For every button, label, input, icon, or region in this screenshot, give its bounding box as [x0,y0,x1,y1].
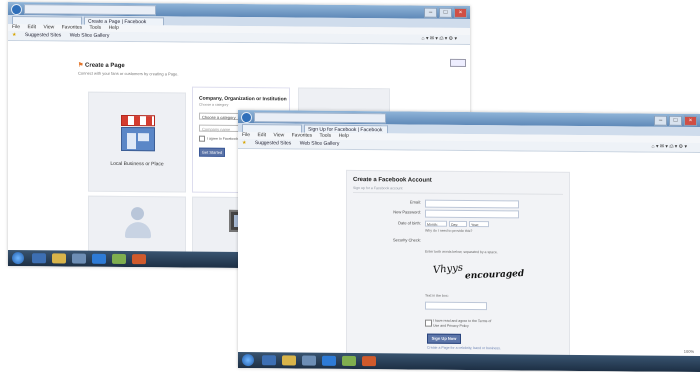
menu-file[interactable]: File [12,24,20,30]
taskbar-app-icon[interactable] [362,356,376,367]
menu-file[interactable]: File [242,132,250,138]
birthday-label: Date of birth: [398,220,421,226]
divider [353,191,563,195]
favorite-link[interactable]: Web Slice Gallery [300,141,340,147]
email-label: Email: [409,199,421,205]
create-page-link[interactable]: Create a Page for a celebrity, band or b… [427,346,501,351]
browser-icon [11,4,22,16]
captcha-image: Vhyys encouraged [431,262,539,287]
password-field[interactable] [425,209,519,219]
security-label: Security Check: [392,237,421,243]
menu-edit[interactable]: Edit [257,132,266,138]
menu-view[interactable]: View [273,132,284,138]
signup-title: Create a Facebook Account [353,176,432,184]
birth-day-select[interactable]: Day: [449,220,467,227]
menu-favorites[interactable]: Favorites [62,24,83,30]
header-button[interactable] [450,58,466,67]
favorite-link[interactable]: Suggested Sites [255,140,291,146]
menu-view[interactable]: View [43,24,54,30]
taskbar-app-icon[interactable] [72,253,86,264]
taskbar-app-icon[interactable] [132,254,146,265]
favorite-link[interactable]: Web Slice Gallery [70,33,110,39]
taskbar-app-icon[interactable] [342,355,356,367]
sign-up-button[interactable]: Sign Up Now [427,333,461,344]
page-title: ⚑ Create a Page [78,62,125,69]
taskbar-ie-icon[interactable] [262,355,276,366]
terms-label: I have read and agree to the Terms of Us… [433,318,492,328]
zoom-level[interactable]: 100% [684,349,694,354]
taskbar-app-icon[interactable] [92,253,106,264]
minimize-button[interactable]: – [424,7,437,18]
start-button[interactable] [12,252,24,265]
company-title: Company, Organization or Institution [199,95,287,103]
menu-help[interactable]: Help [339,133,349,139]
close-button[interactable]: × [684,115,697,126]
taskbar-folder-icon[interactable] [282,355,296,366]
tile-local-business[interactable]: Local Business or Place [88,91,186,193]
menu-help[interactable]: Help [109,25,119,31]
menu-edit[interactable]: Edit [27,24,36,30]
front-browser-window: – □ × Sign Up for Facebook | Facebook Fi… [238,109,700,372]
favorite-link[interactable]: Suggested Sites [25,32,61,38]
taskbar-app-icon[interactable] [322,355,336,366]
person-silhouette-icon [125,207,151,241]
taskbar-app-icon[interactable] [112,253,126,265]
captcha-word: Vhyys [432,262,464,277]
password-label: New Password: [393,209,421,215]
menu-favorites[interactable]: Favorites [292,132,313,138]
storefront-icon [121,114,155,152]
text-in-box-label: Text in the box: [425,293,449,298]
maximize-button[interactable]: □ [439,7,452,18]
birthday-help-link[interactable]: Why do I need to provide this? [425,229,472,233]
page-flag-icon: ⚑ [78,62,86,69]
address-bar[interactable] [24,4,156,16]
tile-label: Local Business or Place [110,160,164,168]
menu-tools[interactable]: Tools [319,133,331,139]
page-content: Create a Facebook Account Sign up for a … [238,148,700,372]
page-title-text: Create a Page [85,62,125,70]
birth-year-select[interactable]: Year: [469,221,489,228]
captcha-input[interactable] [425,301,487,311]
company-subtitle: Choose a category [199,102,229,107]
command-bar-icons[interactable]: ⌂ ▾ ✉ ▾ ⎙ ▾ ⚙ ▾ [422,35,457,44]
signup-panel: Create a Facebook Account Sign up for a … [346,169,570,364]
taskbar [238,351,700,372]
security-note: Enter both words below, separated by a s… [425,249,498,255]
window-controls: – □ × [424,7,467,18]
email-field[interactable] [425,199,519,209]
taskbar-ie-icon[interactable] [32,253,46,264]
get-started-button[interactable]: Get Started [199,147,225,157]
command-bar-icons[interactable]: ⌂ ▾ ✉ ▾ ⎙ ▾ ⚙ ▾ [652,143,687,152]
birth-month-select[interactable]: Month: [425,220,447,227]
address-bar[interactable] [254,112,386,124]
menu-tools[interactable]: Tools [89,25,101,31]
captcha-word: encouraged [464,268,525,282]
page-subtitle: Connect with your fans or customers by c… [78,70,179,77]
terms-checkbox[interactable] [425,319,432,327]
minimize-button[interactable]: – [654,115,667,126]
signup-subtitle: Sign up for a Facebook account [353,185,403,191]
taskbar-folder-icon[interactable] [52,253,66,264]
maximize-button[interactable]: □ [669,115,682,126]
favorites-star-icon[interactable]: ★ [12,32,16,38]
start-button[interactable] [242,354,254,367]
window-controls: – □ × [654,115,697,126]
favorites-star-icon[interactable]: ★ [242,140,246,146]
taskbar-app-icon[interactable] [302,355,316,366]
close-button[interactable]: × [454,7,467,18]
browser-icon [241,112,252,124]
